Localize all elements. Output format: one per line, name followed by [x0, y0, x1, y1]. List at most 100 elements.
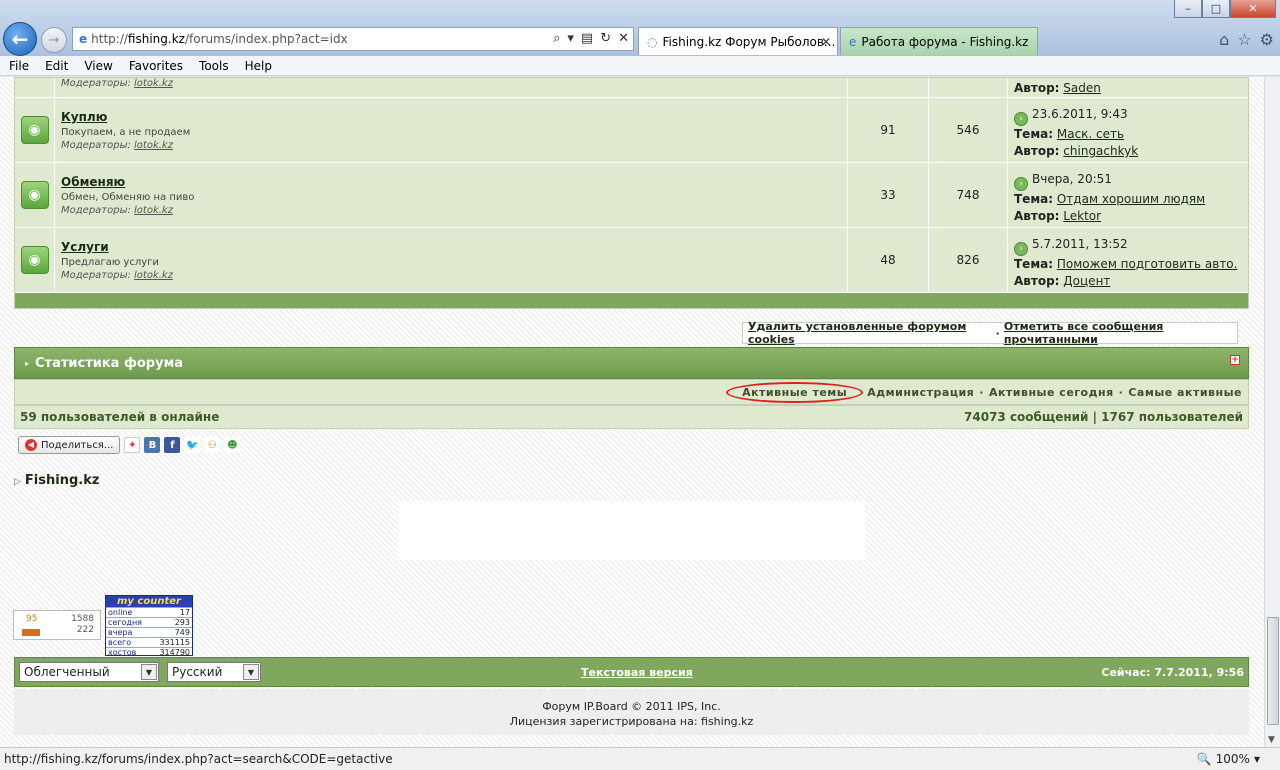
liveinternet-counter[interactable]: 95 1588 222	[13, 610, 101, 640]
compat-view-icon[interactable]: ▤	[581, 31, 593, 46]
counter-row: сегодня 293	[106, 617, 192, 627]
vkontakte-icon[interactable]: B	[144, 437, 161, 453]
forum-actions-bar: Удалить установленные форумом cookies · …	[742, 320, 1238, 346]
last-author-link[interactable]: Lektor	[1063, 209, 1101, 223]
my-counter[interactable]: my counter online 17 сегодня 293 вчера 749 …	[105, 595, 193, 657]
last-post-icon[interactable]: ›	[1014, 112, 1028, 126]
active-topics-link[interactable]: Активные темы	[726, 381, 864, 403]
mark-all-read-link[interactable]: Отметить все сообщения прочитанными	[1004, 320, 1237, 346]
menu-help[interactable]: Help	[245, 59, 272, 73]
last-post-icon[interactable]: ›	[1014, 242, 1028, 256]
moderator-link[interactable]: lotok.kz	[134, 140, 173, 151]
last-topic-link[interactable]: Отдам хорошим людям	[1057, 192, 1205, 206]
forum-description: Покупаем, а не продаем	[61, 127, 191, 138]
expand-plus-icon[interactable]: +	[1230, 355, 1240, 365]
text-version-link[interactable]: Текстовая версия	[581, 666, 693, 679]
minimize-button[interactable]: –	[1174, 0, 1202, 18]
skin-select[interactable]: Облегченный ▼	[19, 662, 159, 682]
stats-header[interactable]: ▸ Статистика форума +	[14, 347, 1249, 379]
menu-favorites[interactable]: Favorites	[129, 59, 183, 73]
counter-bar-icon	[22, 629, 40, 636]
last-author-link[interactable]: Доцент	[1063, 274, 1110, 288]
home-icon[interactable]: ⌂	[1219, 30, 1229, 49]
moderator-link[interactable]: lotok.kz	[134, 78, 173, 89]
forum-description: Предлагаю услуги	[61, 257, 159, 268]
last-post-info: › 5.7.2011, 13:52 Тема: Поможем подготови…	[1014, 237, 1238, 288]
zoom-control[interactable]: 🔍 100% ▾	[1197, 752, 1260, 766]
forum-table: Модераторы: lotok.kz Автор: Saden ◉ Купл…	[14, 77, 1249, 309]
refresh-icon[interactable]: ↻	[600, 31, 611, 46]
last-topic-link[interactable]: Маск. сеть	[1057, 127, 1124, 141]
forum-description: Обмен, Обменяю на пиво	[61, 192, 195, 203]
tab-label: Работа форума - Fishing.kz	[861, 34, 1029, 49]
menu-file[interactable]: File	[9, 59, 29, 73]
active-today-link[interactable]: Активные сегодня	[989, 386, 1114, 399]
page-viewport: Модераторы: lotok.kz Автор: Saden ◉ Купл…	[0, 77, 1264, 747]
menu-view[interactable]: View	[84, 59, 112, 73]
last-post-icon[interactable]: ›	[1014, 177, 1028, 191]
current-time: Сейчас: 7.7.2011, 9:56	[1101, 665, 1244, 679]
odnoklassniki-icon[interactable]: ⚇	[204, 437, 221, 453]
address-url: http://fishing.kz/forums/index.php?act=i…	[91, 32, 348, 46]
counter-row: вчера 749	[106, 627, 192, 637]
vertical-scrollbar[interactable]: ▼	[1264, 77, 1280, 747]
loading-icon: ◌	[647, 34, 658, 49]
last-author-link[interactable]: chingachkyk	[1063, 144, 1138, 158]
share-icon: ◀	[25, 439, 37, 451]
menu-edit[interactable]: Edit	[45, 59, 68, 73]
language-select[interactable]: Русский ▼	[167, 662, 261, 682]
most-active-link[interactable]: Самые активные	[1128, 386, 1242, 399]
forum-topic-count: 91	[848, 98, 929, 162]
stats-title: Статистика форума	[35, 355, 183, 371]
ie-tab-icon: e	[849, 34, 857, 49]
forum-name-link[interactable]: Куплю	[61, 110, 107, 124]
forum-post-count: 546	[929, 98, 1008, 162]
menu-tools[interactable]: Tools	[199, 59, 229, 73]
close-window-button[interactable]: ✕	[1230, 0, 1276, 18]
collapse-arrow-icon: ▸	[25, 358, 30, 368]
forum-name-link[interactable]: Услуги	[61, 240, 109, 254]
stop-icon[interactable]: ✕	[618, 31, 629, 46]
tab-forum-work[interactable]: e Работа форума - Fishing.kz	[840, 27, 1038, 55]
favorites-star-icon[interactable]: ☆	[1237, 30, 1251, 49]
chevron-down-icon: ▼	[243, 664, 259, 680]
forum-topic-count: 48	[848, 228, 929, 292]
twitter-icon[interactable]: 🐦	[184, 437, 201, 453]
zoom-icon: 🔍	[1196, 752, 1212, 766]
search-icon[interactable]: ⌕	[553, 31, 560, 46]
share-button[interactable]: ◀ Поделиться...	[18, 436, 121, 454]
moderator-link[interactable]: lotok.kz	[134, 205, 173, 216]
tab-label: Fishing.kz Форум Рыболов...	[662, 34, 836, 49]
tab-close-icon[interactable]: ✕	[821, 35, 831, 49]
forum-row-partial: Модераторы: lotok.kz Автор: Saden	[15, 78, 1248, 98]
bookmark-icon[interactable]: ✦	[124, 437, 141, 453]
chevron-down-icon: ▼	[141, 664, 157, 680]
tab-fishing-forum[interactable]: ◌ Fishing.kz Форум Рыболов... ✕	[638, 27, 838, 55]
back-button[interactable]: ←	[3, 22, 37, 56]
last-topic-link[interactable]: Поможем подготовить авто.	[1057, 257, 1238, 271]
delete-cookies-link[interactable]: Удалить установленные форумом cookies	[748, 320, 992, 346]
site-title[interactable]: ▷ Fishing.kz	[14, 473, 99, 488]
share-bar: ◀ Поделиться... ✦ B f 🐦 ⚇ ☻	[18, 436, 241, 454]
maximize-button[interactable]: □	[1202, 0, 1230, 18]
forum-read-icon: ◉	[20, 116, 49, 144]
gear-icon[interactable]: ⚙	[1260, 30, 1274, 49]
moderator-link[interactable]: lotok.kz	[134, 270, 173, 281]
scrollbar-thumb[interactable]	[1267, 617, 1279, 725]
facebook-icon[interactable]: f	[164, 437, 181, 453]
copyright: Форум IP.Board © 2011 IPS, Inc. Лицензия…	[14, 689, 1249, 735]
address-bar[interactable]: e http://fishing.kz/forums/index.php?act…	[72, 27, 634, 51]
counter-row: online 17	[106, 607, 192, 617]
scroll-down-icon[interactable]: ▼	[1268, 735, 1275, 745]
forum-moderators: Модераторы: lotok.kz	[61, 205, 173, 216]
dropdown-arrow-icon[interactable]: ▾	[567, 31, 574, 46]
forum-totals: 74073 сообщений | 1767 пользователей	[964, 410, 1243, 424]
forum-post-count: 826	[929, 228, 1008, 292]
administration-link[interactable]: Администрация	[867, 386, 974, 399]
last-author-link[interactable]: Saden	[1063, 81, 1101, 95]
forum-name-link[interactable]: Обменяю	[61, 175, 125, 189]
forward-button[interactable]: →	[41, 27, 67, 53]
moi-mir-icon[interactable]: ☻	[224, 437, 241, 453]
ad-banner	[399, 501, 865, 560]
counter-row: хостов 314790	[106, 647, 192, 657]
